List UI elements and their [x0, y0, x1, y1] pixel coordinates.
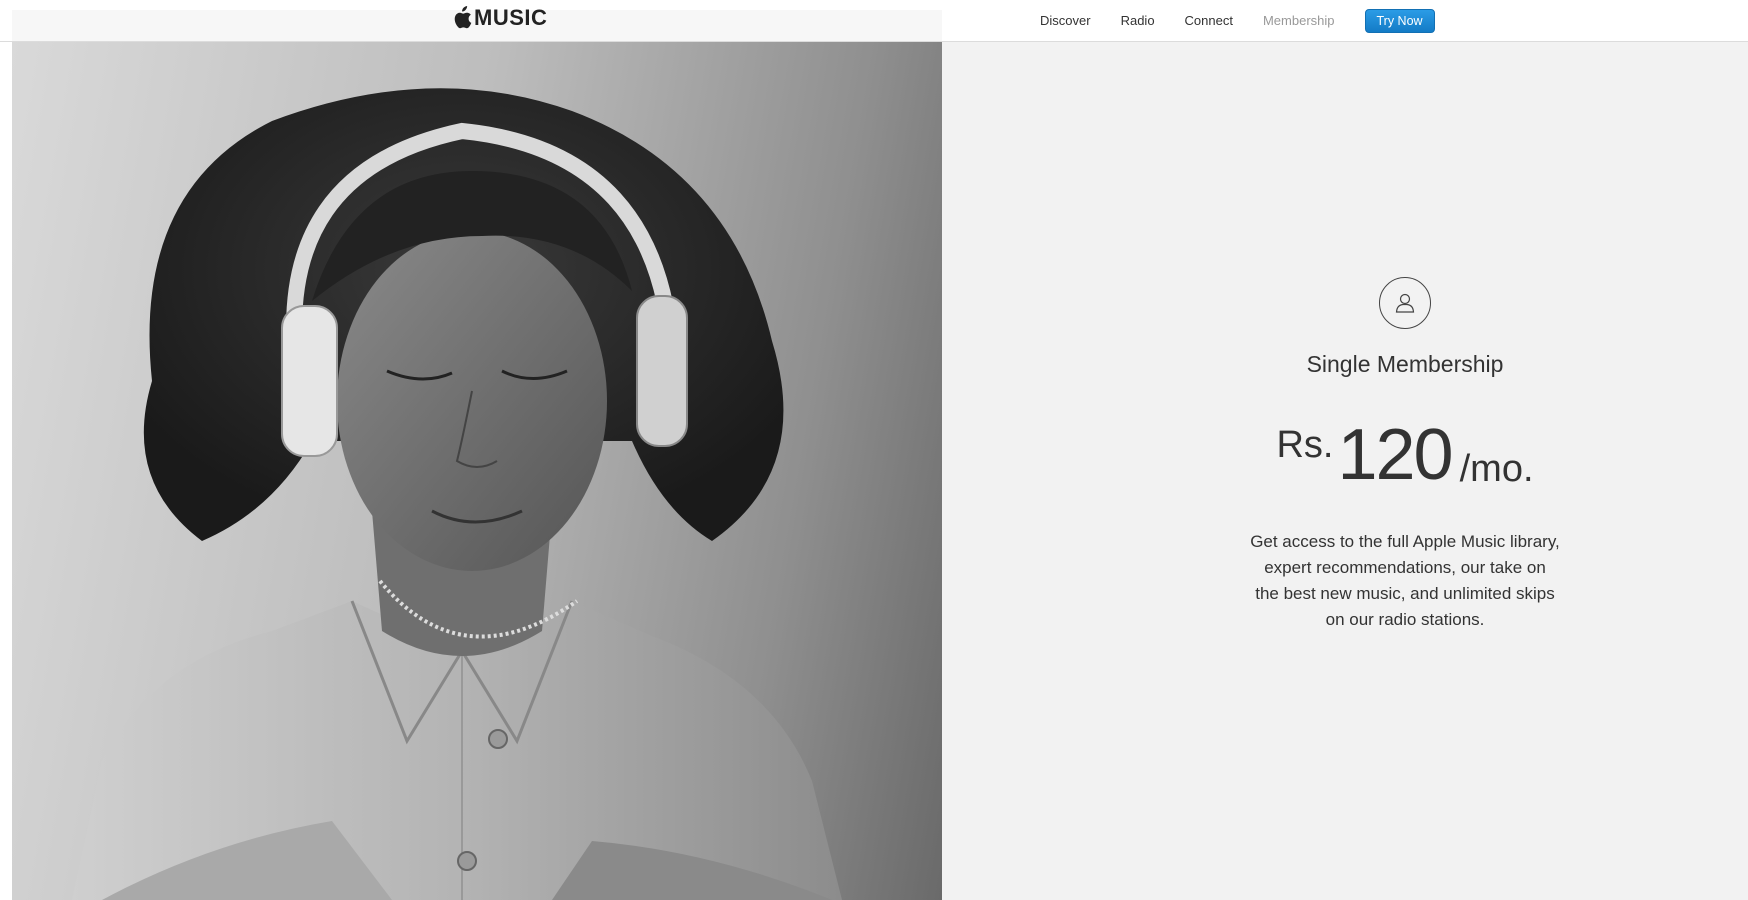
- try-now-button[interactable]: Try Now: [1364, 8, 1435, 33]
- woman-with-headphones-illustration: [72, 88, 842, 900]
- description-line: the best new music, and unlimited skips: [1255, 584, 1555, 603]
- price-period: /mo.: [1459, 448, 1534, 490]
- nav-membership[interactable]: Membership: [1263, 13, 1335, 28]
- logo-text: MUSIC: [474, 5, 548, 30]
- plan-description: Get access to the full Apple Music libra…: [1180, 529, 1630, 633]
- description-line: expert recommendations, our take on: [1264, 558, 1546, 577]
- price-amount: 120: [1337, 415, 1453, 495]
- nav-connect[interactable]: Connect: [1185, 13, 1233, 28]
- apple-logo-icon: [454, 6, 472, 29]
- person-icon: [1379, 277, 1431, 329]
- nav-discover[interactable]: Discover: [1040, 13, 1091, 28]
- membership-panel: Single Membership Rs.120/mo. Get access …: [942, 41, 1748, 900]
- price-currency: Rs.: [1276, 424, 1334, 466]
- plan-title: Single Membership: [1306, 351, 1504, 377]
- apple-music-logo[interactable]: MUSIC: [452, 3, 547, 33]
- nav-radio[interactable]: Radio: [1121, 13, 1155, 28]
- top-navigation-bar: MUSIC Discover Radio Connect Membership …: [0, 0, 1748, 42]
- hero-photo: [12, 41, 942, 900]
- page: MUSIC Discover Radio Connect Membership …: [0, 0, 1748, 900]
- description-line: Get access to the full Apple Music libra…: [1250, 532, 1560, 551]
- description-line: on our radio stations.: [1325, 610, 1485, 629]
- main-nav: Discover Radio Connect Membership Try No…: [1040, 0, 1435, 41]
- plan-price: Rs.120/mo.: [1155, 419, 1655, 491]
